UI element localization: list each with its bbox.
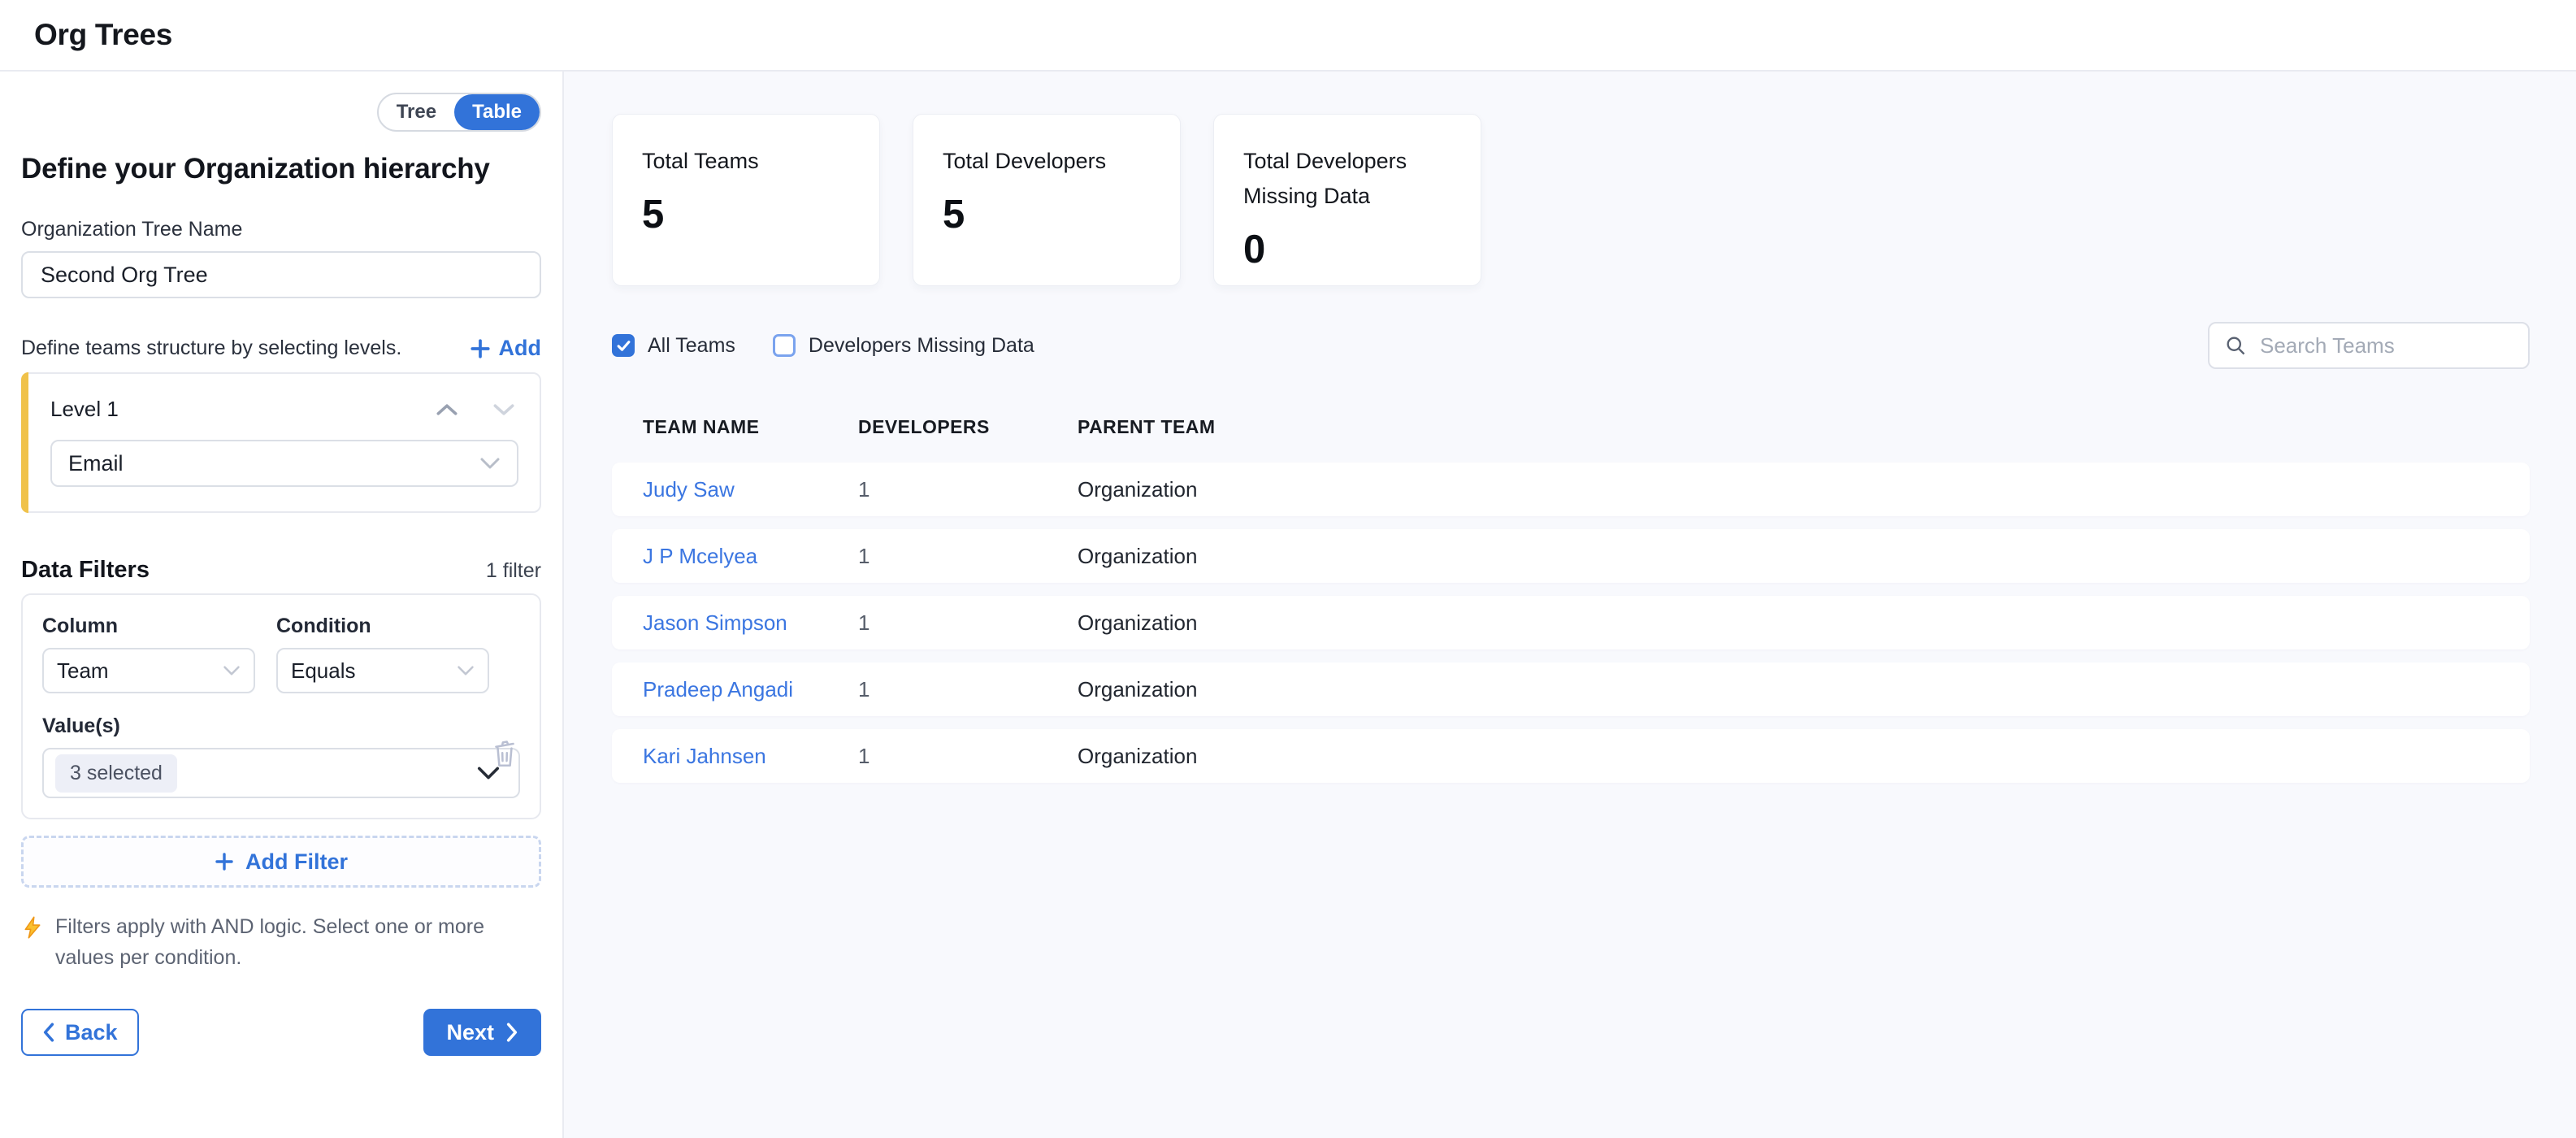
view-toggle-table[interactable]: Table xyxy=(454,94,540,130)
add-level-button[interactable]: Add xyxy=(470,336,541,361)
parent-team-cell: Organization xyxy=(1078,744,2499,769)
team-link[interactable]: Kari Jahnsen xyxy=(643,744,858,769)
table-row: J P Mcelyea 1 Organization xyxy=(612,529,2530,583)
main-content: Total Teams 5 Total Developers 5 Total D… xyxy=(564,72,2576,1138)
search-icon xyxy=(2224,334,2247,357)
data-filters-heading: Data Filters xyxy=(21,557,150,584)
chevron-up-icon xyxy=(436,403,458,416)
trash-icon xyxy=(491,738,518,769)
level-reorder-controls xyxy=(436,403,515,416)
chevron-down-icon xyxy=(457,665,475,676)
table-row: Kari Jahnsen 1 Organization xyxy=(612,729,2530,783)
missing-data-checkbox[interactable]: Developers Missing Data xyxy=(773,334,1034,358)
back-label: Back xyxy=(65,1020,118,1045)
view-toggle-tree[interactable]: Tree xyxy=(379,94,454,130)
tree-name-input[interactable] xyxy=(21,251,541,298)
stat-value: 0 xyxy=(1243,227,1451,272)
level-field-value: Email xyxy=(68,451,124,476)
plus-icon xyxy=(470,338,491,359)
view-toggle: Tree Table xyxy=(377,93,541,132)
search-teams-box xyxy=(2208,322,2530,369)
filter-column-value: Team xyxy=(57,658,109,684)
stat-value: 5 xyxy=(943,192,1151,237)
next-button[interactable]: Next xyxy=(423,1009,541,1056)
move-level-down-button[interactable] xyxy=(492,403,515,416)
search-teams-input[interactable] xyxy=(2258,332,2513,359)
filter-count: 1 filter xyxy=(486,559,541,583)
add-filter-button[interactable]: Add Filter xyxy=(21,836,541,888)
parent-team-cell: Organization xyxy=(1078,544,2499,569)
column-header-developers: DEVELOPERS xyxy=(858,416,1078,438)
team-link[interactable]: Pradeep Angadi xyxy=(643,677,858,702)
developers-cell: 1 xyxy=(858,744,1078,769)
levels-hint: Define teams structure by selecting leve… xyxy=(21,337,401,360)
page-title: Org Trees xyxy=(34,18,172,52)
column-header-team-name: TEAM NAME xyxy=(643,416,858,438)
back-button[interactable]: Back xyxy=(21,1009,139,1056)
level-field-select[interactable]: Email xyxy=(50,440,518,487)
parent-team-cell: Organization xyxy=(1078,610,2499,636)
stats-row: Total Teams 5 Total Developers 5 Total D… xyxy=(612,114,2530,286)
developers-cell: 1 xyxy=(858,544,1078,569)
plus-icon xyxy=(215,852,234,871)
all-teams-checkbox[interactable]: All Teams xyxy=(612,334,735,358)
chevron-down-icon xyxy=(479,457,501,470)
move-level-up-button[interactable] xyxy=(436,403,458,416)
lightning-icon xyxy=(21,915,44,940)
table-body: Judy Saw 1 Organization J P Mcelyea 1 Or… xyxy=(612,463,2530,783)
chevron-down-icon xyxy=(223,665,241,676)
checkbox-checked-icon xyxy=(612,334,635,357)
chevron-down-icon xyxy=(492,403,515,416)
delete-filter-button[interactable] xyxy=(491,738,518,771)
add-filter-label: Add Filter xyxy=(245,849,348,875)
add-level-label: Add xyxy=(499,336,541,361)
app-header: Org Trees xyxy=(0,0,2576,72)
filter-condition-label: Condition xyxy=(276,615,489,638)
table-row: Pradeep Angadi 1 Organization xyxy=(612,662,2530,716)
filter-values-label: Value(s) xyxy=(42,715,520,738)
stat-card-missing-data: Total Developers Missing Data 0 xyxy=(1213,114,1481,286)
chevron-left-icon xyxy=(42,1023,55,1042)
stat-label: Total Teams xyxy=(642,144,837,179)
filter-column-select[interactable]: Team xyxy=(42,648,255,693)
filter-column-label: Column xyxy=(42,615,255,638)
table-header: TEAM NAME DEVELOPERS PARENT TEAM xyxy=(612,416,2530,438)
team-link[interactable]: Judy Saw xyxy=(643,477,858,502)
developers-cell: 1 xyxy=(858,677,1078,702)
chevron-right-icon xyxy=(505,1023,518,1042)
filter-condition-value: Equals xyxy=(291,658,356,684)
stat-label: Total Developers Missing Data xyxy=(1243,144,1438,214)
table-row: Judy Saw 1 Organization xyxy=(612,463,2530,516)
developers-cell: 1 xyxy=(858,610,1078,636)
team-link[interactable]: J P Mcelyea xyxy=(643,544,858,569)
next-label: Next xyxy=(446,1020,494,1045)
tree-name-label: Organization Tree Name xyxy=(21,218,541,241)
parent-team-cell: Organization xyxy=(1078,677,2499,702)
table-row: Jason Simpson 1 Organization xyxy=(612,596,2530,649)
filter-card: Column Team Condition Equals xyxy=(21,593,541,819)
check-icon xyxy=(616,338,631,354)
missing-data-label: Developers Missing Data xyxy=(809,334,1034,358)
filters-note-text: Filters apply with AND logic. Select one… xyxy=(55,912,515,973)
level-accent-bar xyxy=(21,372,28,513)
filter-values-select[interactable]: 3 selected xyxy=(42,748,520,798)
developers-cell: 1 xyxy=(858,477,1078,502)
all-teams-label: All Teams xyxy=(648,334,735,358)
level-card: Level 1 Email xyxy=(21,372,541,513)
column-header-parent-team: PARENT TEAM xyxy=(1078,416,2499,438)
checkbox-unchecked-icon xyxy=(773,334,796,357)
selected-count-chip: 3 selected xyxy=(55,754,177,793)
sidebar-heading: Define your Organization hierarchy xyxy=(21,153,541,185)
stat-label: Total Developers xyxy=(943,144,1138,179)
stat-value: 5 xyxy=(642,192,850,237)
filter-condition-select[interactable]: Equals xyxy=(276,648,489,693)
sidebar: Tree Table Define your Organization hier… xyxy=(0,72,564,1138)
filters-note: Filters apply with AND logic. Select one… xyxy=(21,912,541,973)
stat-card-total-developers: Total Developers 5 xyxy=(913,114,1181,286)
team-link[interactable]: Jason Simpson xyxy=(643,610,858,636)
level-label: Level 1 xyxy=(50,397,119,422)
stat-card-total-teams: Total Teams 5 xyxy=(612,114,880,286)
parent-team-cell: Organization xyxy=(1078,477,2499,502)
table-controls: All Teams Developers Missing Data xyxy=(612,322,2530,369)
